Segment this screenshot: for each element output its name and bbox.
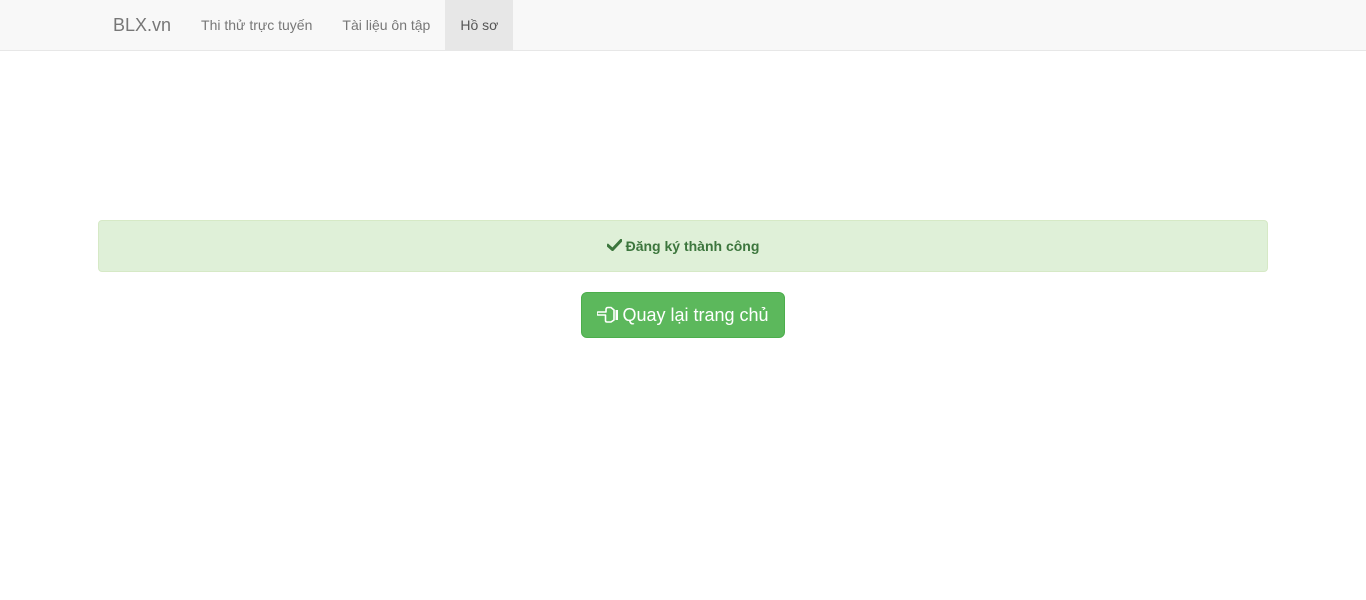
nav-item-online-test[interactable]: Thi thử trực tuyến xyxy=(186,0,327,50)
nav-item-label: Hồ sơ xyxy=(460,17,499,33)
nav-item-label: Tài liệu ôn tập xyxy=(342,17,431,33)
hand-pointing-left-icon xyxy=(596,306,619,324)
navbar-inner: BLX.vn Thi thử trực tuyến Tài liệu ôn tậ… xyxy=(98,0,514,50)
navbar: BLX.vn Thi thử trực tuyến Tài liệu ôn tậ… xyxy=(0,0,1366,51)
check-icon xyxy=(605,238,623,254)
back-home-label: Quay lại trang chủ xyxy=(622,304,769,325)
nav-item-profile[interactable]: Hồ sơ xyxy=(445,0,514,50)
nav-item-study-materials[interactable]: Tài liệu ôn tập xyxy=(327,0,445,50)
nav-item-label: Thi thử trực tuyến xyxy=(201,17,313,33)
back-home-button[interactable]: Quay lại trang chủ xyxy=(581,292,785,338)
brand-link[interactable]: BLX.vn xyxy=(98,0,186,50)
alert-message: Đăng ký thành công xyxy=(625,238,760,254)
success-alert: Đăng ký thành công xyxy=(98,220,1268,272)
